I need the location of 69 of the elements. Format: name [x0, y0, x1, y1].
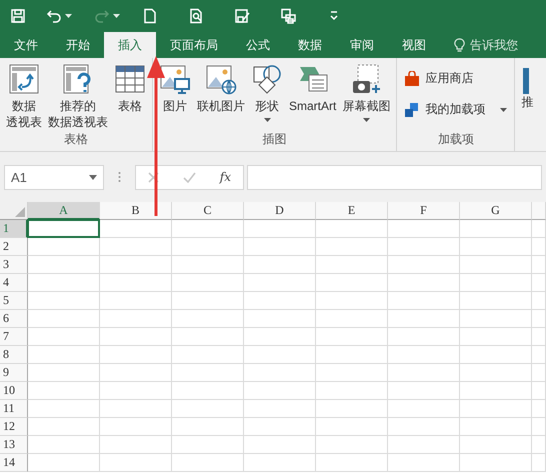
- ribbon-button[interactable]: 我的加载项: [400, 99, 512, 120]
- row-header[interactable]: 14: [0, 454, 28, 472]
- column-header[interactable]: A: [28, 202, 100, 220]
- tell-me-field[interactable]: 告诉我您: [470, 36, 518, 54]
- picture-icon: [159, 63, 191, 95]
- online-picture-icon: [205, 63, 237, 95]
- ribbon-tab[interactable]: 审阅: [336, 32, 388, 58]
- cancel-icon[interactable]: [148, 172, 159, 182]
- group-label: 插图: [262, 131, 287, 148]
- shopping-bag-icon: [404, 70, 420, 86]
- shapes-icon: [251, 63, 283, 95]
- row-header[interactable]: 13: [0, 436, 28, 454]
- insert-function-button[interactable]: fx: [220, 170, 232, 184]
- column-header[interactable]: G: [460, 202, 532, 220]
- caret-icon[interactable]: [89, 174, 97, 180]
- pivot-icon: [8, 63, 40, 95]
- select-all-corner[interactable]: [0, 202, 28, 220]
- ribbon-tab[interactable]: 开始: [52, 32, 104, 58]
- ribbon-tab[interactable]: 文件: [0, 32, 52, 58]
- ribbon-button[interactable]: 数据 透视表: [3, 58, 45, 130]
- row-header[interactable]: 6: [0, 310, 28, 328]
- row-header[interactable]: 2: [0, 238, 28, 256]
- column-header[interactable]: C: [172, 202, 244, 220]
- ribbon-tab[interactable]: 公式: [232, 32, 284, 58]
- name-box[interactable]: A1: [4, 164, 104, 190]
- group-label: 加载项: [438, 131, 474, 148]
- row-header[interactable]: 9: [0, 364, 28, 382]
- row-header[interactable]: 5: [0, 292, 28, 310]
- column-header[interactable]: B: [100, 202, 172, 220]
- ribbon-button[interactable]: 推: [521, 94, 534, 110]
- column-header[interactable]: F: [388, 202, 460, 220]
- grip-icon: [118, 171, 121, 183]
- row-header[interactable]: 10: [0, 382, 28, 400]
- new-icon[interactable]: [142, 8, 158, 24]
- save-icon[interactable]: [10, 8, 26, 24]
- check-icon[interactable]: [182, 172, 196, 182]
- column-header[interactable]: E: [316, 202, 388, 220]
- row-header[interactable]: 8: [0, 346, 28, 364]
- ribbon-button[interactable]: 表格: [111, 58, 149, 114]
- ribbon-tab[interactable]: 视图: [388, 32, 440, 58]
- ribbon-tab[interactable]: 数据: [284, 32, 336, 58]
- ribbon-button[interactable]: 应用商店: [400, 68, 512, 89]
- ribbon-button[interactable]: 推荐的 数据透视表: [45, 58, 111, 130]
- ribbon-button[interactable]: SmartArt: [286, 58, 340, 114]
- column-header[interactable]: D: [244, 202, 316, 220]
- row-header[interactable]: 4: [0, 274, 28, 292]
- ribbon-button[interactable]: 屏幕截图: [339, 58, 394, 122]
- row-header[interactable]: 11: [0, 400, 28, 418]
- ribbon-tab[interactable]: 插入: [104, 32, 156, 58]
- ribbon-button[interactable]: 联机图片: [194, 58, 248, 114]
- group-label: 表格: [64, 131, 88, 148]
- print-icon[interactable]: [280, 8, 296, 24]
- row-header[interactable]: 1: [0, 220, 28, 238]
- row-header[interactable]: 7: [0, 328, 28, 346]
- screenshot-icon: [350, 63, 382, 95]
- caret-icon[interactable]: [65, 14, 72, 18]
- row-header[interactable]: 3: [0, 256, 28, 274]
- formula-input[interactable]: [247, 164, 542, 190]
- ribbon-button[interactable]: 形状: [248, 58, 286, 122]
- save-edit-icon[interactable]: [234, 8, 250, 24]
- column-header[interactable]: [532, 202, 546, 220]
- lightbulb-icon: [454, 38, 465, 52]
- undo-icon[interactable]: [46, 8, 62, 24]
- preview-icon[interactable]: [188, 8, 204, 24]
- cubes-icon: [404, 102, 420, 118]
- table-icon: [114, 63, 146, 95]
- ribbon-tab[interactable]: 页面布局: [156, 32, 232, 58]
- row-header[interactable]: 12: [0, 418, 28, 436]
- corner-triangle-icon: [15, 207, 25, 217]
